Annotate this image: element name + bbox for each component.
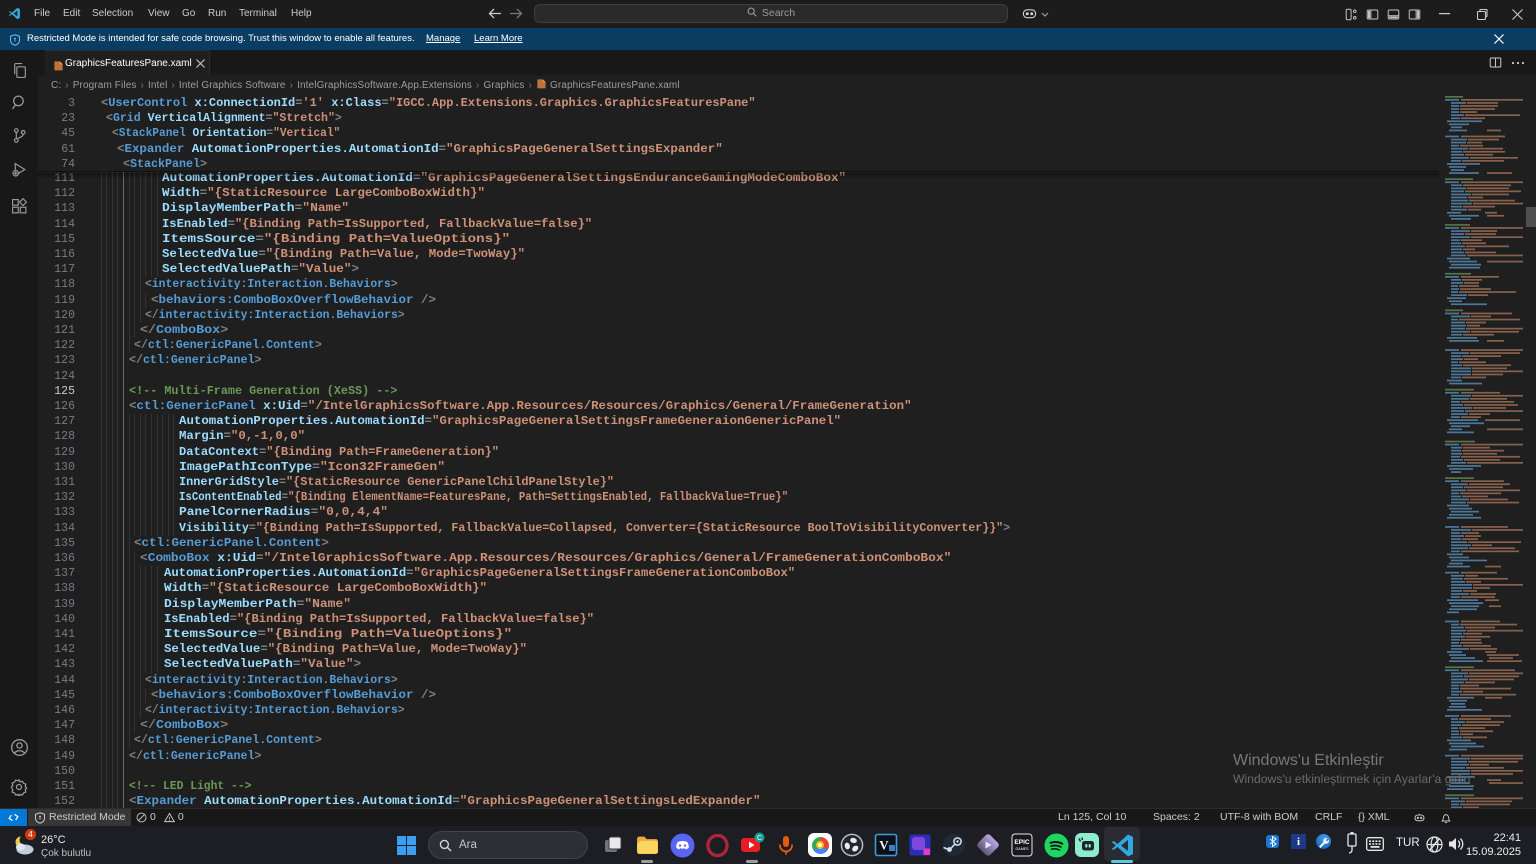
svg-text:V: V bbox=[879, 838, 889, 853]
svg-text:C: C bbox=[757, 835, 762, 842]
svg-text:GAMES: GAMES bbox=[1016, 847, 1030, 851]
svg-text:EPIC: EPIC bbox=[1014, 839, 1029, 846]
